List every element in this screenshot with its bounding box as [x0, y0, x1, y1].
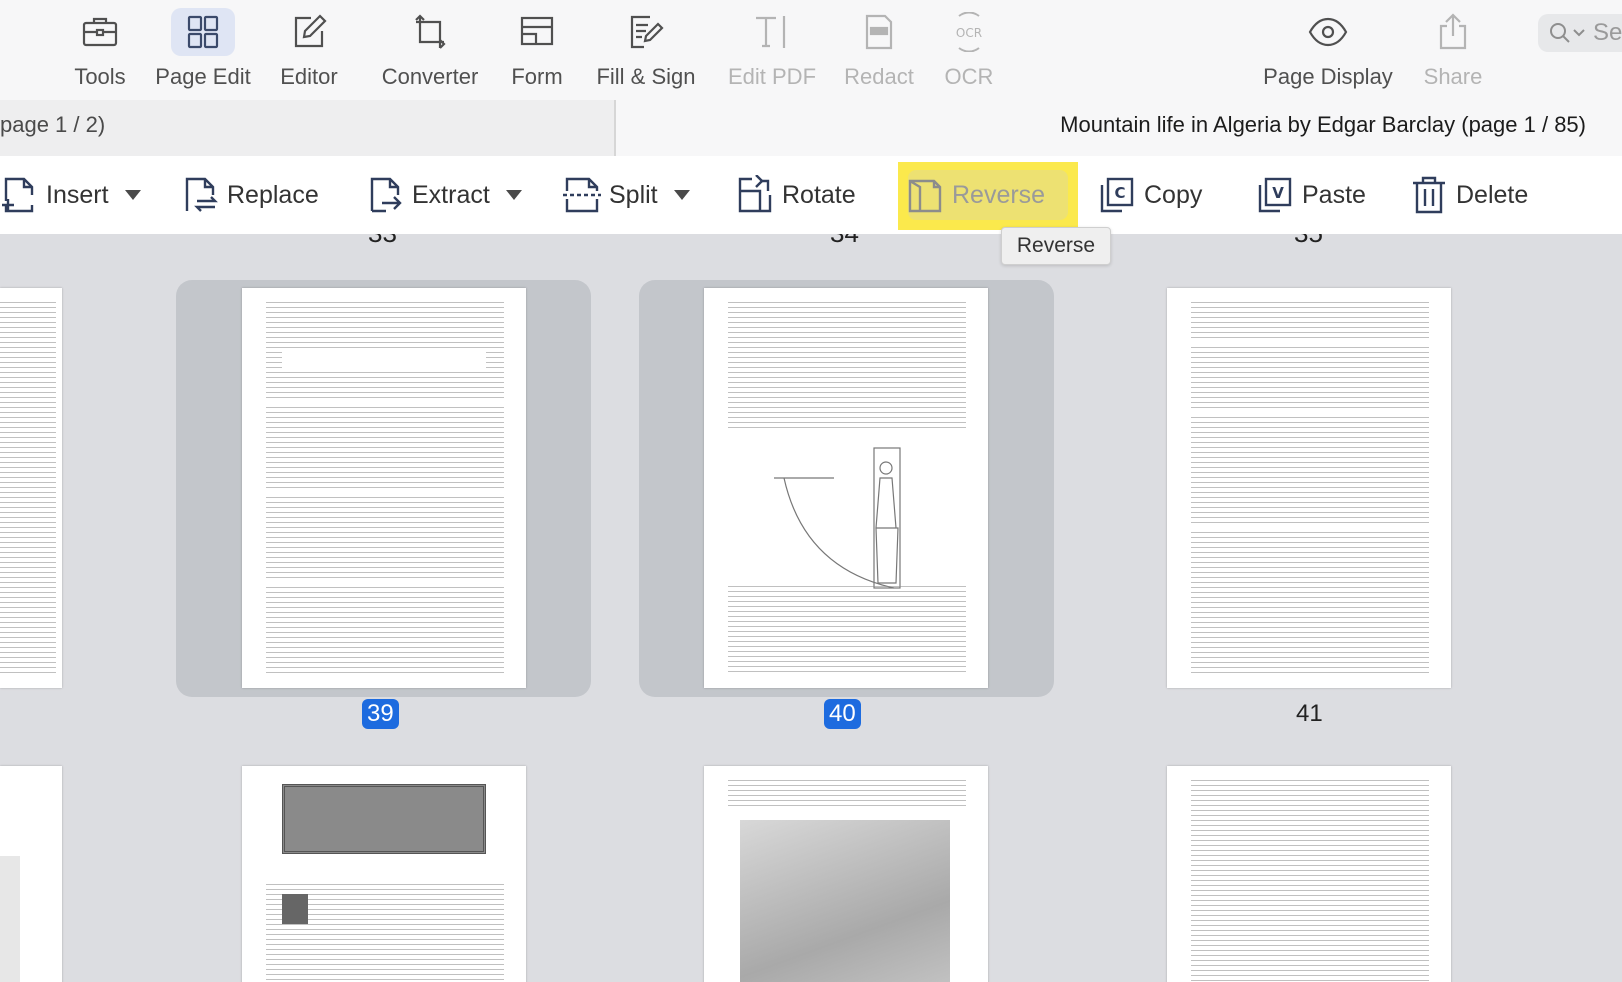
rotate-button[interactable]: Rotate [736, 170, 856, 220]
toolbar-converter[interactable]: Converter [375, 8, 485, 90]
replace-label: Replace [227, 180, 319, 209]
replace-page-icon [185, 177, 218, 212]
split-label: Split [609, 180, 658, 209]
search-placeholder: Se [1593, 19, 1622, 46]
extract-dropdown-caret[interactable] [505, 190, 522, 200]
toolbar-page-edit[interactable]: Page Edit [148, 8, 258, 90]
toolbar-editor[interactable]: Editor [254, 8, 364, 90]
tab-previous-label: page 1 / 2) [0, 112, 106, 137]
drop-cap [282, 894, 308, 924]
page-thumbnail-text[interactable] [1167, 766, 1451, 982]
toolbar-page-display[interactable]: Page Display [1253, 8, 1403, 90]
text-cursor-icon [740, 8, 804, 56]
copy-button[interactable]: C Copy [1098, 170, 1202, 220]
copy-label: Copy [1144, 180, 1203, 209]
replace-button[interactable]: Replace [183, 170, 319, 220]
split-dropdown-caret[interactable] [673, 190, 690, 200]
document-title: Mountain life in Algeria by Edgar Barcla… [1060, 112, 1586, 137]
page-thumbnail-chapter-iv[interactable] [242, 766, 526, 982]
split-page-icon [563, 177, 601, 213]
reverse-button[interactable]: Reverse [906, 170, 1045, 220]
svg-text:C: C [1114, 184, 1125, 202]
toolbar-converter-label: Converter [381, 64, 479, 89]
page-edit-toolbar: Insert Replace Extract Split Rotate Reve… [0, 156, 1622, 234]
svg-text:OCR: OCR [956, 26, 982, 40]
page-number-previous: 35 [1294, 234, 1323, 249]
page-thumbnail-market[interactable] [704, 766, 988, 982]
ornament-header-image [282, 784, 486, 854]
toolbar-share-label: Share [1423, 64, 1483, 89]
page-number-40: 40 [824, 699, 861, 729]
toolbar-page-display-label: Page Display [1263, 64, 1393, 89]
toolbar-fill-sign[interactable]: Fill & Sign [591, 8, 701, 90]
redact-icon [847, 8, 911, 56]
insert-page-icon [2, 177, 34, 213]
toolbar-edit-pdf[interactable]: Edit PDF [717, 8, 827, 90]
extract-page-icon [370, 177, 402, 213]
eye-icon [1296, 8, 1360, 56]
figure-illustration [764, 438, 924, 598]
toolbar-form-label: Form [511, 64, 563, 89]
main-toolbar: Tools Page Edit Editor Converter Form Fi… [0, 0, 1622, 100]
extract-button[interactable]: Extract [368, 170, 522, 220]
market-illustration [740, 820, 950, 982]
page-thumbnail-partial[interactable] [0, 766, 62, 982]
page-thumbnail-41[interactable] [1167, 288, 1451, 688]
rotate-page-icon [738, 175, 772, 213]
delete-button[interactable]: Delete [1410, 170, 1528, 220]
tab-bar: page 1 / 2) Mountain life in Algeria by … [0, 100, 1622, 156]
convert-icon [398, 8, 462, 56]
toolbar-tools-label: Tools [74, 64, 126, 89]
tab-previous-document[interactable]: page 1 / 2) [0, 100, 616, 156]
insert-label: Insert [46, 180, 109, 209]
search-input[interactable]: Se [1538, 14, 1622, 52]
page-number-41: 41 [1296, 700, 1323, 727]
reverse-label: Reverse [952, 180, 1046, 209]
page-thumbnail-partial[interactable] [0, 288, 62, 688]
delete-label: Delete [1456, 180, 1529, 209]
share-icon [1421, 8, 1485, 56]
toolbar-ocr[interactable]: OCR OCR [914, 8, 1024, 90]
extract-label: Extract [412, 180, 490, 209]
page-grid-icon [171, 8, 235, 56]
toolbar-tools[interactable]: Tools [45, 8, 155, 90]
toolbar-page-edit-label: Page Edit [155, 64, 251, 89]
reverse-tooltip: Reverse [1001, 227, 1111, 265]
ocr-icon: OCR [937, 8, 1001, 56]
split-button[interactable]: Split [563, 170, 690, 220]
toolbar-ocr-label: OCR [944, 64, 994, 89]
page-number-39: 39 [362, 699, 399, 729]
paste-button[interactable]: V Paste [1256, 170, 1366, 220]
svg-text:V: V [1272, 184, 1284, 202]
toolbar-editor-label: Editor [280, 64, 338, 89]
copy-page-icon: C [1100, 177, 1134, 213]
paste-page-icon: V [1258, 177, 1292, 213]
toolbox-icon [68, 8, 132, 56]
toolbar-share[interactable]: Share [1398, 8, 1508, 90]
toolbar-form[interactable]: Form [482, 8, 592, 90]
form-icon [505, 8, 569, 56]
reverse-page-icon [908, 179, 942, 213]
page-thumbnail-39[interactable] [242, 288, 526, 688]
toolbar-fill-sign-label: Fill & Sign [596, 64, 696, 89]
page-thumbnail-40[interactable] [704, 288, 988, 688]
fill-sign-icon [614, 8, 678, 56]
search-icon [1550, 23, 1585, 43]
rotate-label: Rotate [782, 180, 856, 209]
trash-icon [1413, 176, 1445, 214]
page-thumbnail-grid[interactable]: 33 34 35 39 40 41 [0, 234, 1622, 982]
page-number-previous: 33 [368, 234, 397, 249]
edit-pencil-icon [277, 8, 341, 56]
toolbar-edit-pdf-label: Edit PDF [727, 64, 817, 89]
page-number-previous: 34 [830, 234, 859, 249]
paste-label: Paste [1302, 180, 1366, 209]
insert-button[interactable]: Insert [2, 170, 141, 220]
insert-dropdown-caret[interactable] [124, 190, 141, 200]
